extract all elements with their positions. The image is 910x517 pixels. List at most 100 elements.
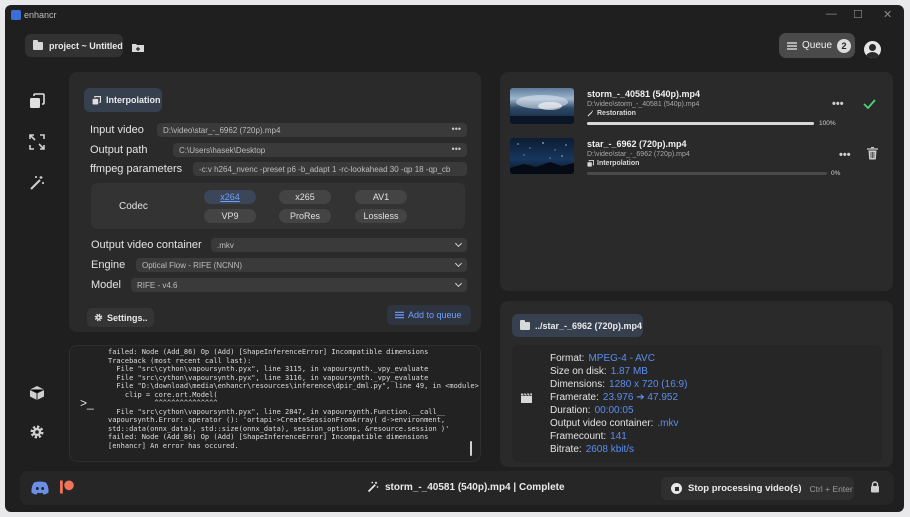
sidebar-models-button[interactable] [27, 383, 47, 403]
info-row-bitrate: Bitrate: 2608 kbit/s [550, 444, 634, 455]
model-label: Model [91, 279, 121, 291]
codec-x265-button[interactable]: x265 [279, 190, 331, 204]
log-line: File "src\cython\vapoursynth.pyx", line … [108, 407, 446, 416]
info-label: Dimensions: [550, 379, 606, 390]
queue-item-type-label: Restoration [597, 110, 636, 117]
minimize-button[interactable]: — [826, 8, 837, 20]
add-to-queue-button[interactable]: Add to queue [387, 305, 471, 325]
user-avatar-icon[interactable] [864, 41, 881, 58]
processing-status: storm_-_40581 (540p).mp4 | Complete [367, 481, 565, 493]
queue-item-progress-fill [587, 122, 814, 125]
log-line: Traceback (most recent call last): [108, 356, 252, 365]
info-value: .mkv [657, 418, 679, 429]
info-value: 2608 kbit/s [585, 444, 635, 455]
log-line: clip = core.ort.Model( [108, 390, 218, 399]
sidebar-settings-button[interactable] [27, 422, 47, 442]
info-label: Size on disk: [550, 366, 607, 377]
codec-prores-button[interactable]: ProRes [279, 209, 331, 223]
header: project ~ Untitled Queue 2 [5, 25, 904, 69]
info-value: MPEG-4 - AVC [588, 353, 655, 364]
codec-lossless-button[interactable]: Lossless [355, 209, 407, 223]
output-path-field[interactable]: C:\Users\hasek\Desktop ••• [173, 143, 467, 157]
engine-value: Optical Flow - RIFE (NCNN) [142, 260, 243, 270]
close-button[interactable]: ✕ [883, 8, 892, 21]
stop-icon [671, 483, 682, 494]
magic-wand-icon [587, 110, 593, 117]
info-row-size: Size on disk: 1.87 MB [550, 366, 648, 377]
info-label: Framecount: [550, 431, 607, 442]
info-value: 23.976 ➔ 47.952 [602, 392, 679, 403]
status-bar: storm_-_40581 (540p).mp4 | Complete Stop… [20, 471, 894, 505]
browse-input-icon[interactable]: ••• [452, 124, 461, 134]
log-line: failed: Node (Add_86) Op (Add) [ShapeInf… [108, 348, 429, 356]
storm-thumbnail-image [510, 95, 574, 124]
container-value: .mkv [217, 240, 234, 250]
engine-select[interactable]: Optical Flow - RIFE (NCNN) [136, 258, 467, 272]
log-line: vapoursynth.Error: operator (): 'ortapi-… [108, 416, 446, 424]
input-video-label: Input video [90, 124, 144, 136]
ffmpeg-params-value: -c:v h264_nvenc -preset p6 -b_adapt 1 -r… [199, 164, 451, 174]
queue-count-badge: 2 [837, 38, 852, 53]
discord-icon[interactable] [31, 481, 49, 495]
input-video-value: D:\video\star_-_6962 (720p).mp4 [163, 125, 281, 135]
log-line: failed: Node (Add_86) Op (Add) [ShapeInf… [108, 433, 429, 441]
status-text: storm_-_40581 (540p).mp4 | Complete [385, 481, 565, 493]
info-row-framecount: Framecount: 141 [550, 431, 627, 442]
maximize-button[interactable]: ☐ [853, 8, 863, 21]
queue-item-progress-label: 100% [819, 120, 836, 127]
model-value: RIFE - v4.6 [137, 280, 178, 290]
magic-wand-icon [30, 176, 44, 190]
container-select[interactable]: .mkv [211, 238, 467, 252]
queue-button[interactable]: Queue 2 [779, 33, 855, 58]
folder-icon [33, 39, 43, 50]
queue-item-type: Interpolation [587, 160, 639, 167]
queue-item-options-icon[interactable]: ••• [839, 149, 851, 161]
queue-item-progress-bar [587, 122, 814, 125]
copy-layers-icon [587, 160, 594, 167]
queue-item-title: storm_-_40581 (540p).mp4 [587, 89, 701, 99]
lock-icon[interactable] [870, 481, 880, 493]
model-select[interactable]: RIFE - v4.6 [131, 278, 467, 292]
file-info-badge: ../star_-_6962 (720p).mp4 [512, 314, 643, 337]
trash-icon[interactable] [867, 147, 878, 160]
queue-item-options-icon[interactable]: ••• [832, 98, 844, 110]
info-label: Output video container: [550, 418, 654, 429]
sidebar-restoration-button[interactable] [27, 173, 47, 193]
stop-shortcut: Ctrl + Enter [809, 483, 853, 494]
patreon-icon[interactable] [60, 480, 74, 494]
codec-selector: Codec x264 x265 AV1 VP9 ProRes Lossless [91, 183, 465, 229]
mode-badge: Interpolation [84, 88, 162, 112]
new-project-icon[interactable] [132, 43, 144, 52]
codec-av1-button[interactable]: AV1 [355, 190, 407, 204]
settings-button[interactable]: Settings.. [87, 308, 154, 327]
output-path-value: C:\Users\hasek\Desktop [179, 145, 266, 155]
queue-item-path: D:\video\star_-_6962 (720p).mp4 [587, 151, 690, 158]
project-button[interactable]: project ~ Untitled [25, 34, 123, 57]
copy-layers-icon [92, 95, 101, 104]
info-label: Bitrate: [550, 444, 582, 455]
stop-label: Stop processing video(s) [688, 483, 802, 494]
browse-output-icon[interactable]: ••• [452, 144, 461, 154]
codec-label: Codec [119, 201, 148, 212]
log-line: File "D:\download\media\enhancr\resource… [108, 382, 479, 390]
chevron-down-icon [454, 239, 463, 248]
info-label: Framerate: [550, 392, 599, 403]
log-line: ^^^^^^^^^^^^^^^ [108, 399, 218, 407]
list-icon [395, 311, 404, 319]
ffmpeg-params-input[interactable]: -c:v h264_nvenc -preset p6 -b_adapt 1 -r… [193, 162, 467, 176]
queue-item-type-label: Interpolation [597, 160, 640, 167]
output-path-label: Output path [90, 144, 148, 156]
info-row-container: Output video container: .mkv [550, 418, 679, 429]
stop-processing-button[interactable]: Stop processing video(s) Ctrl + Enter [661, 477, 854, 500]
file-info-box: Format: MPEG-4 - AVC Size on disk: 1.87 MB… [512, 345, 882, 462]
log-line: std::data(onnx_data), std::size(onnx_dat… [108, 424, 450, 433]
chevron-down-icon [454, 279, 463, 288]
list-icon [787, 41, 797, 50]
info-value: 1.87 MB [610, 366, 648, 377]
input-video-field[interactable]: D:\video\star_-_6962 (720p).mp4 ••• [157, 123, 467, 137]
codec-x264-button[interactable]: x264 [204, 190, 256, 204]
codec-vp9-button[interactable]: VP9 [204, 209, 256, 223]
terminal-scrollbar[interactable] [470, 441, 472, 456]
sidebar-interpolation-button[interactable] [27, 91, 47, 111]
sidebar-upscale-button[interactable] [27, 132, 47, 152]
